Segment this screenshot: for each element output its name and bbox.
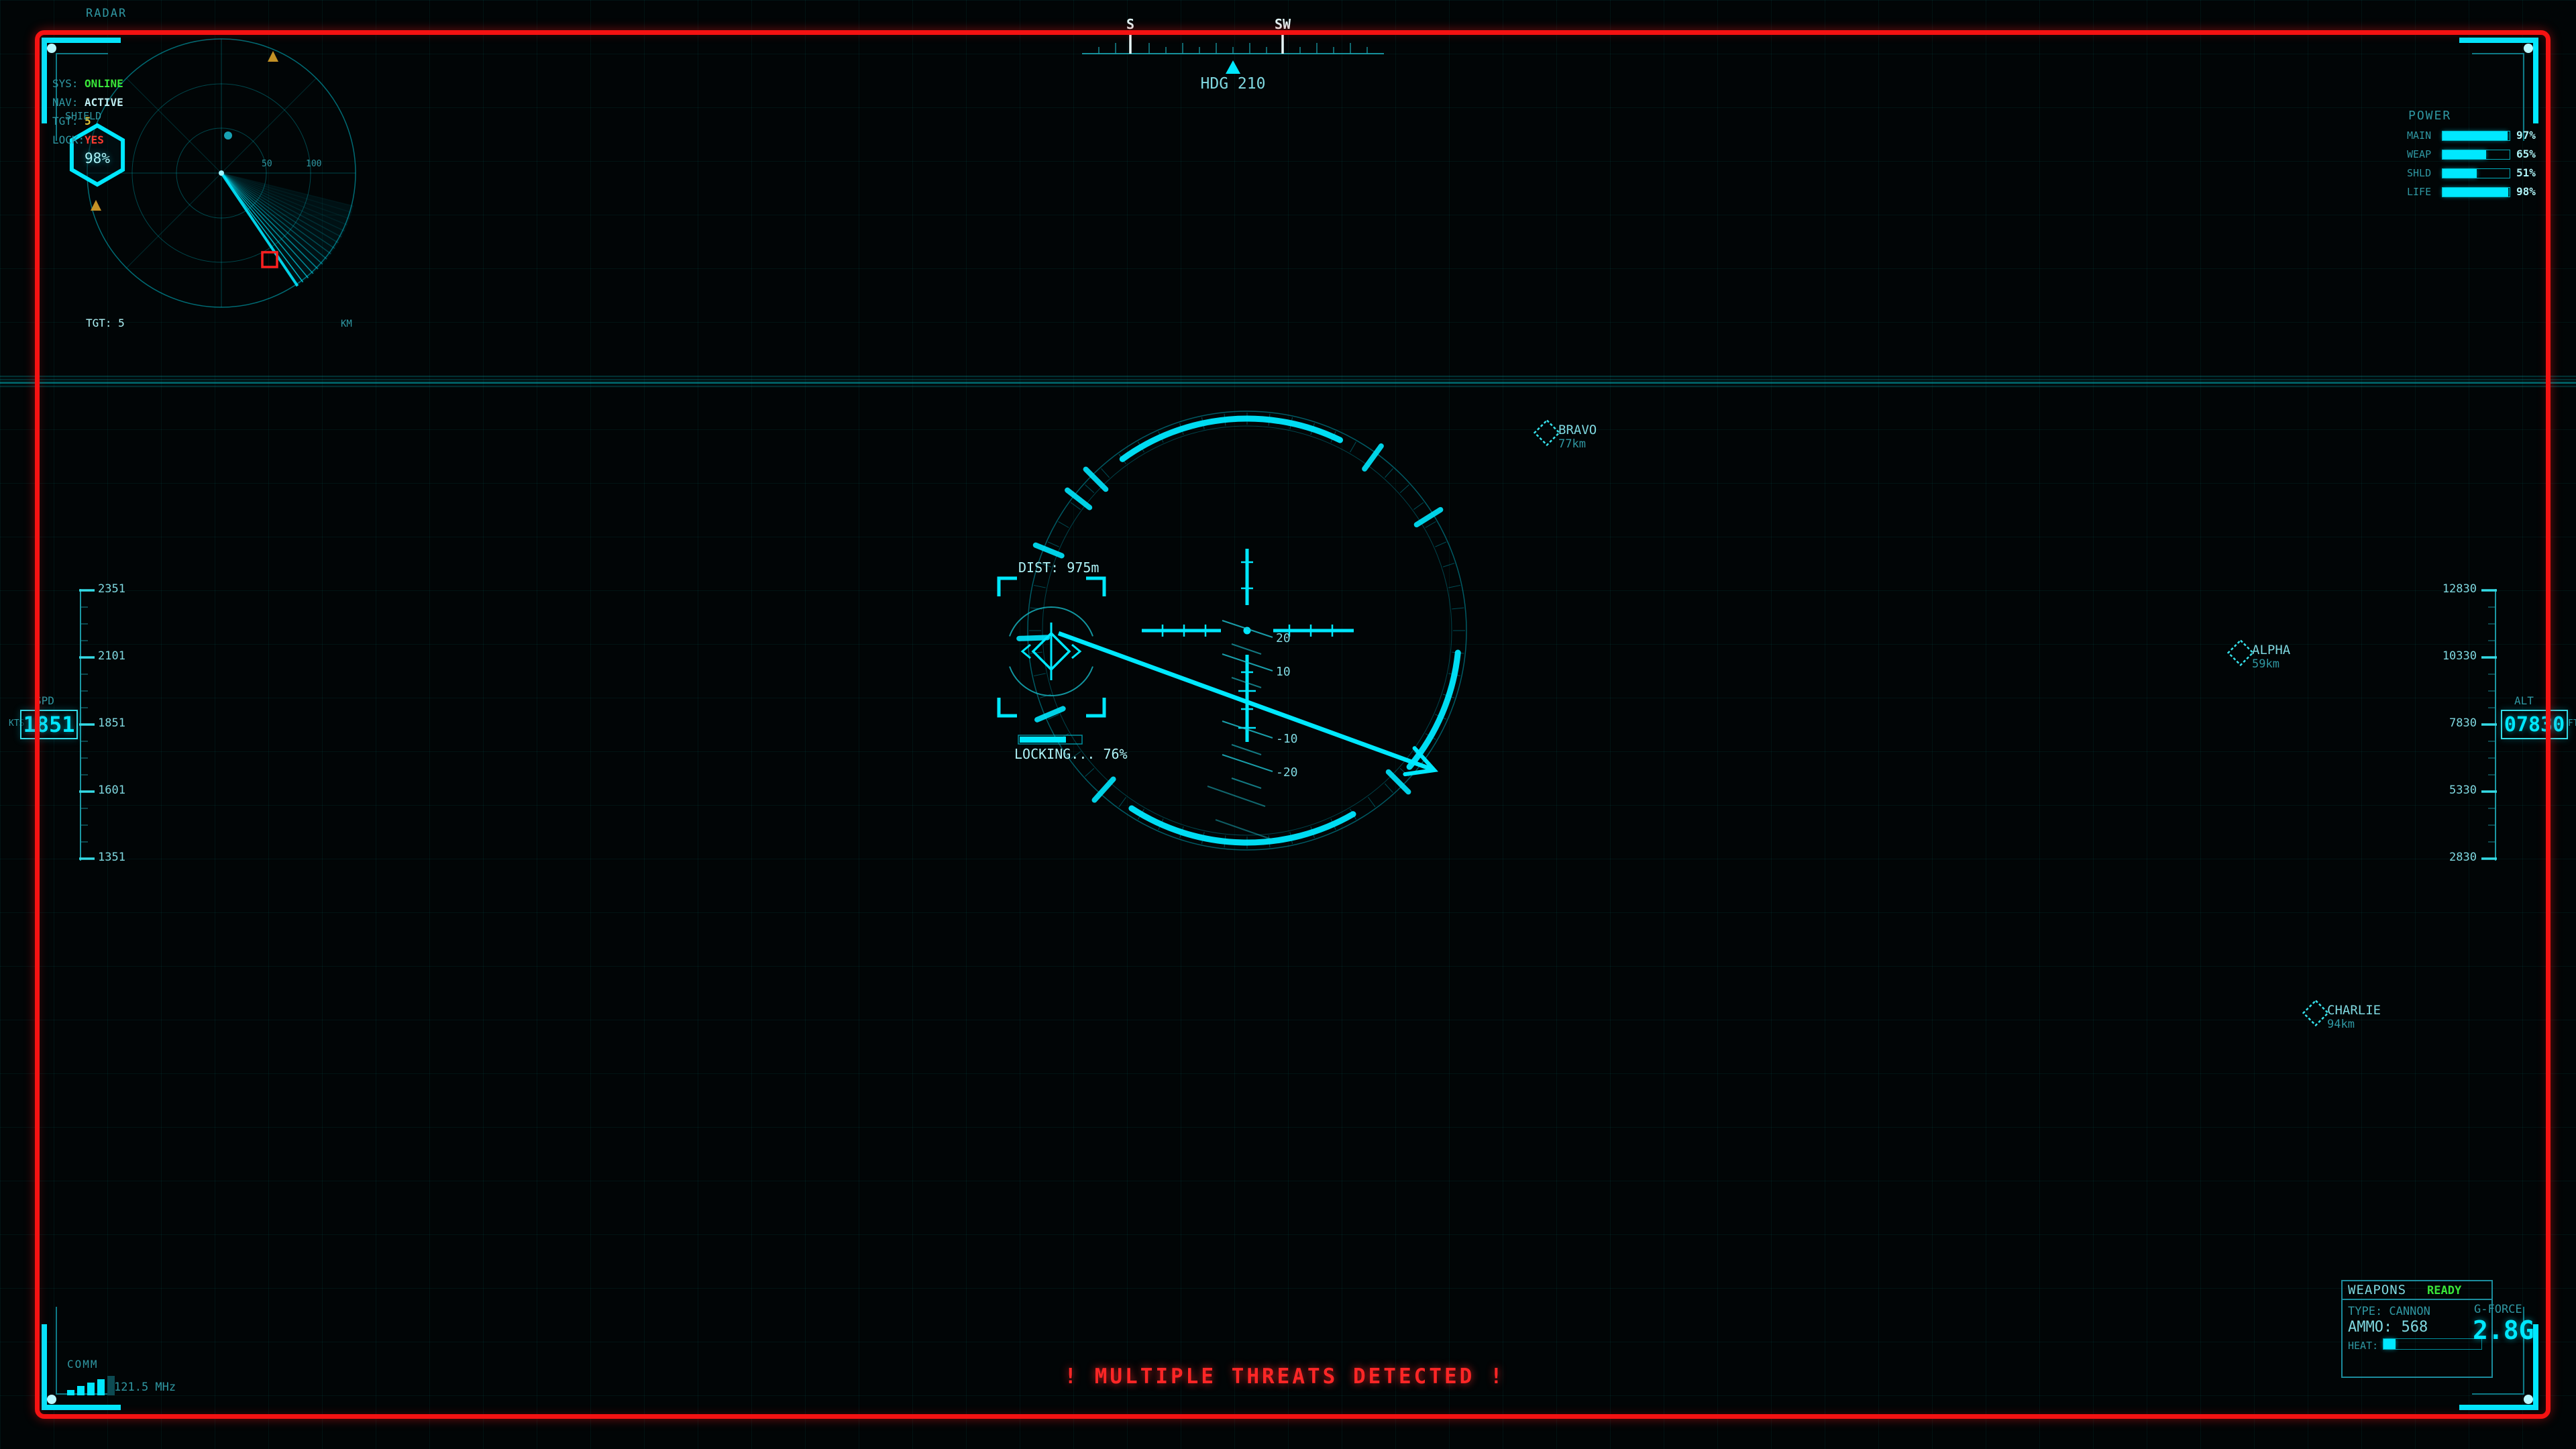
compass-cardinal-label: SW — [1269, 17, 1296, 31]
threat-warning-banner: ! MULTIPLE THREATS DETECTED ! — [1064, 1364, 1505, 1389]
hud-screen: RADAR SYS:ONLINENAV:ACTIVETGT:5LOCK:YES … — [0, 0, 2576, 1449]
radar-title: RADAR — [86, 8, 127, 19]
altitude-unit: FT — [2568, 719, 2576, 728]
red-alert-frame — [35, 30, 2551, 1419]
compass-cardinal-label: S — [1117, 17, 1144, 31]
